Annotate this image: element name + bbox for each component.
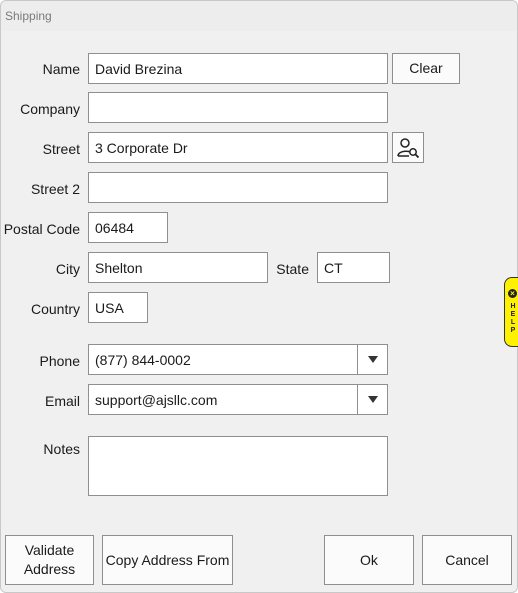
phone-label: Phone: [39, 353, 80, 369]
street-label: Street: [42, 141, 80, 157]
email-combobox[interactable]: support@ajsllc.com: [88, 384, 388, 415]
window-title: Shipping: [5, 9, 52, 23]
phone-dropdown-button[interactable]: [357, 345, 387, 374]
notes-field[interactable]: [88, 436, 388, 496]
shipping-dialog: Shipping Name David Brezina Clear Compan…: [0, 0, 518, 593]
country-label: Country: [30, 301, 80, 317]
chevron-down-icon: [367, 396, 378, 403]
email-value: support@ajsllc.com: [95, 391, 218, 408]
street-lookup-button[interactable]: [392, 132, 424, 163]
company-label: Company: [20, 101, 80, 117]
name-label: Name: [42, 61, 80, 77]
street-field[interactable]: 3 Corporate Dr: [88, 132, 388, 163]
close-icon[interactable]: ×: [508, 289, 517, 298]
help-tab[interactable]: × HELP: [504, 277, 518, 347]
name-field[interactable]: David Brezina: [88, 53, 388, 84]
chevron-down-icon: [367, 356, 378, 363]
company-field[interactable]: [88, 92, 388, 123]
country-field[interactable]: USA: [88, 292, 148, 323]
notes-label: Notes: [43, 441, 80, 457]
street2-field[interactable]: [88, 172, 388, 203]
postal-code-label: Postal Code: [3, 221, 80, 237]
help-tab-label: HELP: [510, 303, 516, 334]
state-field[interactable]: CT: [317, 252, 390, 283]
phone-value: (877) 844-0002: [95, 351, 191, 368]
title-bar: Shipping: [1, 1, 517, 31]
postal-code-field[interactable]: 06484: [88, 212, 168, 243]
phone-combobox[interactable]: (877) 844-0002: [88, 344, 388, 375]
city-field[interactable]: Shelton: [88, 252, 268, 283]
person-search-icon: [397, 137, 420, 158]
email-dropdown-button[interactable]: [357, 385, 387, 414]
street2-label: Street 2: [30, 181, 80, 197]
cancel-button[interactable]: Cancel: [422, 535, 512, 585]
validate-address-label-line2: Address: [23, 561, 76, 577]
email-label: Email: [44, 393, 80, 409]
ok-button[interactable]: Ok: [324, 535, 414, 585]
city-label: City: [55, 261, 80, 277]
validate-address-button[interactable]: Validate Address: [5, 535, 94, 585]
copy-address-from-button[interactable]: Copy Address From: [102, 535, 233, 585]
state-label: State: [276, 261, 309, 277]
validate-address-label-line1: Validate: [24, 542, 75, 558]
clear-button[interactable]: Clear: [392, 53, 460, 84]
